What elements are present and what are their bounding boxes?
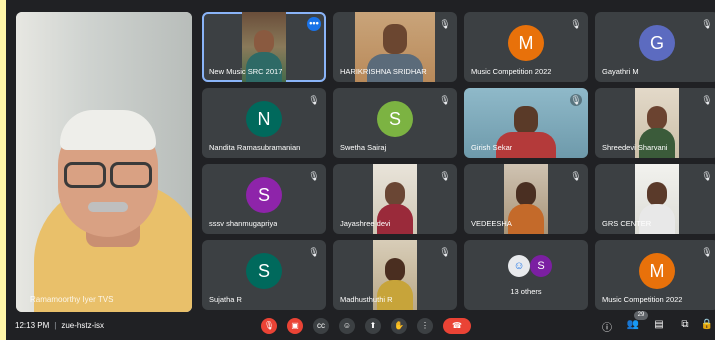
mic-muted-icon: 🎙 xyxy=(439,247,451,257)
participant-name: Madhusthuthi R xyxy=(340,295,393,304)
mic-muted-icon: 🎙 xyxy=(439,19,451,29)
participant-tile[interactable]: G 🎙 Gayathri M xyxy=(595,12,715,82)
participant-tile[interactable]: ••• New Music SRC 2017 xyxy=(202,12,326,82)
chat-icon[interactable]: ▤ xyxy=(652,319,666,330)
spotlight-name-label: Ramamoorthy Iyer TVS xyxy=(30,295,114,304)
participant-name: Music Competition 2022 xyxy=(471,67,552,76)
participant-tile[interactable]: 🎙 HARIKRISHNA SRIDHAR xyxy=(333,12,457,82)
participant-tile[interactable]: M 🎙 Music Competition 2022 xyxy=(464,12,588,82)
meeting-control-bar: 12:13 PM | zue-hstz-isx 🎙 ▣ cc ☺ ⬆ ✋ ⋮ ☎ ⓘ… xyxy=(6,311,715,340)
more-options-icon[interactable]: ⋮ xyxy=(417,318,433,334)
mic-muted-icon: 🎙 xyxy=(701,247,713,257)
host-controls-icon[interactable]: 🔒 xyxy=(700,319,714,330)
camera-off-icon[interactable]: ▣ xyxy=(287,318,303,334)
mic-muted-icon: 🎙 xyxy=(439,171,451,181)
people-icon[interactable]: 👥 xyxy=(626,319,640,330)
mic-muted-icon: 🎙 xyxy=(701,95,713,105)
meeting-code: zue-hstz-isx xyxy=(61,321,105,330)
participant-tile[interactable]: 🎙 Jayashree devi xyxy=(333,164,457,234)
mic-muted-icon: 🎙 xyxy=(570,171,582,181)
presenter-mustache xyxy=(88,202,128,212)
participant-avatar: S xyxy=(246,252,282,289)
participant-name: Swetha Sairaj xyxy=(340,143,387,152)
meeting-details: 12:13 PM | zue-hstz-isx xyxy=(15,321,105,330)
mic-muted-icon: 🎙 xyxy=(439,95,451,105)
captions-icon[interactable]: cc xyxy=(313,318,329,334)
participant-name: Shreedevi Sharvani xyxy=(602,143,668,152)
participant-tile[interactable]: S 🎙 Sujatha R xyxy=(202,240,326,310)
participant-name: Girish Sekar xyxy=(471,143,513,152)
meet-stage: Ramamoorthy Iyer TVS ••• New Music SRC 2… xyxy=(6,0,715,340)
mic-off-icon[interactable]: 🎙 xyxy=(261,318,277,334)
participant-tile[interactable]: 🎙 Shreedevi Sharvani xyxy=(595,88,715,158)
others-tile[interactable]: ☺ S 13 others xyxy=(464,240,588,310)
participant-tile[interactable]: M 🎙 Music Competition 2022 xyxy=(595,240,715,310)
present-icon[interactable]: ⬆ xyxy=(365,318,381,334)
participant-tile[interactable]: S 🎙 sssv shanmugapriya xyxy=(202,164,326,234)
mic-muted-icon: 🎙 xyxy=(308,95,320,105)
others-initial-avatar: S xyxy=(530,255,552,277)
participant-name: Jayashree devi xyxy=(340,219,391,228)
participant-avatar: G xyxy=(639,24,675,61)
clock-time: 12:13 PM xyxy=(15,321,50,330)
participant-name: HARIKRISHNA SRIDHAR xyxy=(340,67,427,76)
mic-muted-icon: 🎙 xyxy=(570,94,582,106)
mic-muted-icon: 🎙 xyxy=(701,19,713,29)
participant-avatar: S xyxy=(246,176,282,213)
participant-count-badge: 29 xyxy=(634,311,648,320)
participant-name: New Music SRC 2017 xyxy=(209,67,283,76)
participant-avatar: M xyxy=(508,24,544,61)
presenter-hair xyxy=(60,110,156,150)
activities-icon[interactable]: ⧉ xyxy=(678,319,692,330)
mic-muted-icon: 🎙 xyxy=(308,171,320,181)
participant-name: Music Competition 2022 xyxy=(602,295,683,304)
participant-avatar: S xyxy=(377,100,413,137)
participant-name: Gayathri M xyxy=(602,67,639,76)
others-photo-avatar: ☺ xyxy=(508,255,530,277)
participant-tile[interactable]: N 🎙 Nandita Ramasubramanian xyxy=(202,88,326,158)
others-count-label: 13 others xyxy=(510,287,542,296)
mic-muted-icon: 🎙 xyxy=(308,247,320,257)
participant-name: Sujatha R xyxy=(209,295,242,304)
hang-up-icon[interactable]: ☎ xyxy=(443,318,471,334)
participant-tile[interactable]: 🎙 Madhusthuthi R xyxy=(333,240,457,310)
participant-tile[interactable]: 🎙 GRS CENTER xyxy=(595,164,715,234)
more-options-icon[interactable]: ••• xyxy=(307,17,321,31)
spotlight-video[interactable]: Ramamoorthy Iyer TVS xyxy=(16,12,192,312)
participant-avatar: N xyxy=(246,100,282,137)
info-icon[interactable]: ⓘ xyxy=(600,319,614,334)
participant-avatar: M xyxy=(639,252,675,289)
participant-tile[interactable]: 🎙 Girish Sekar xyxy=(464,88,588,158)
participant-name: GRS CENTER xyxy=(602,219,652,228)
presenter-glasses xyxy=(64,162,152,188)
participant-name: Nandita Ramasubramanian xyxy=(209,143,301,152)
raise-hand-icon[interactable]: ✋ xyxy=(391,318,407,334)
participant-name: VEDEESHA xyxy=(471,219,512,228)
participant-name: sssv shanmugapriya xyxy=(209,219,278,228)
mic-muted-icon: 🎙 xyxy=(570,19,582,29)
mic-muted-icon: 🎙 xyxy=(701,171,713,181)
emoji-icon[interactable]: ☺ xyxy=(339,318,355,334)
participant-tile[interactable]: 🎙 VEDEESHA xyxy=(464,164,588,234)
participant-tile[interactable]: S 🎙 Swetha Sairaj xyxy=(333,88,457,158)
